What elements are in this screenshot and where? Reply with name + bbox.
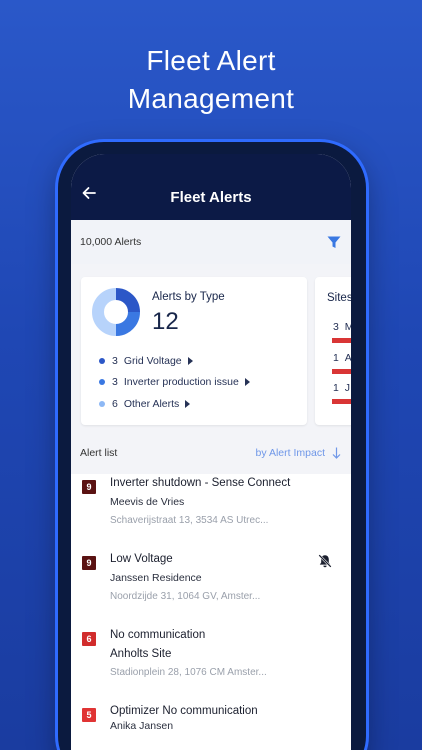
caret-right-icon bbox=[244, 378, 250, 387]
site-bar bbox=[332, 369, 351, 374]
headline-line-1: Fleet Alert bbox=[146, 45, 276, 76]
donut-segment-1 bbox=[115, 311, 140, 336]
sites-card[interactable]: Sites 3 M 1 A 1 J bbox=[315, 277, 351, 425]
alert-list: 9 Inverter shutdown - Sense Connect Meev… bbox=[71, 474, 351, 750]
alert-count: 10,000 Alerts bbox=[80, 236, 142, 248]
site-count: 1 bbox=[333, 382, 339, 394]
site-name: M bbox=[344, 321, 351, 333]
site-count: 3 bbox=[333, 321, 339, 333]
page-title: Fleet Alerts bbox=[170, 189, 252, 206]
legend-label: Inverter production issue bbox=[123, 376, 239, 389]
app-bar: Fleet Alerts bbox=[71, 154, 351, 220]
legend-item-other-alerts[interactable]: 6 Other Alerts bbox=[99, 393, 299, 415]
summary-cards: Alerts by Type 12 3 Grid Voltage 3 Inver… bbox=[71, 277, 351, 427]
legend-item-grid-voltage[interactable]: 3 Grid Voltage bbox=[99, 350, 299, 372]
alerts-type-donut-chart bbox=[92, 288, 140, 336]
type-legend: 3 Grid Voltage 3 Inverter production iss… bbox=[99, 350, 299, 415]
bell-off-icon[interactable] bbox=[317, 553, 333, 569]
legend-dot bbox=[99, 379, 105, 386]
alert-list-item[interactable]: 5 Optimizer No communication Anika Janse… bbox=[71, 702, 351, 750]
severity-badge: 9 bbox=[82, 556, 96, 570]
alert-list-item[interactable]: 9 Inverter shutdown - Sense Connect Meev… bbox=[71, 474, 351, 550]
alert-list-item[interactable]: 9 Low Voltage Janssen Residence Noordzij… bbox=[71, 550, 351, 626]
legend-count: 6 bbox=[112, 397, 118, 410]
site-count: 1 bbox=[333, 352, 339, 364]
site-name: J bbox=[344, 382, 350, 394]
sort-button[interactable]: by Alert Impact bbox=[256, 447, 325, 459]
alert-title: Inverter shutdown - Sense Connect bbox=[110, 477, 291, 489]
site-row: 3 M bbox=[333, 321, 351, 333]
donut-segment-0 bbox=[115, 288, 140, 313]
alert-site: Anholts Site bbox=[110, 648, 172, 660]
site-bar bbox=[332, 399, 351, 404]
alert-address: Noordzijde 31, 1064 GV, Amster... bbox=[110, 591, 261, 602]
arrow-down-icon[interactable] bbox=[332, 447, 341, 459]
site-name: A bbox=[344, 352, 351, 364]
legend-dot bbox=[99, 400, 105, 407]
legend-item-inverter-production[interactable]: 3 Inverter production issue bbox=[99, 372, 299, 394]
card-title: Sites bbox=[327, 292, 351, 304]
alert-title: No communication bbox=[110, 629, 206, 641]
legend-count: 3 bbox=[112, 354, 118, 367]
legend-dot bbox=[99, 357, 105, 364]
severity-badge: 9 bbox=[82, 480, 96, 494]
card-title: Alerts by Type bbox=[152, 291, 225, 303]
legend-label: Other Alerts bbox=[123, 397, 180, 410]
headline-line-2: Management bbox=[127, 83, 295, 114]
alert-site: Anika Jansen bbox=[110, 720, 174, 732]
alert-title: Low Voltage bbox=[110, 553, 173, 565]
alert-address: Schaverijstraat 13, 3534 AS Utrec... bbox=[110, 515, 269, 526]
filter-icon[interactable] bbox=[327, 236, 341, 249]
alert-site: Meevis de Vries bbox=[110, 496, 185, 508]
alert-title: Optimizer No communication bbox=[110, 705, 258, 717]
severity-badge: 6 bbox=[82, 632, 96, 646]
site-row: 1 J bbox=[333, 382, 350, 394]
site-bar bbox=[332, 338, 351, 343]
alert-list-header: Alert list by Alert Impact bbox=[71, 438, 351, 466]
legend-label: Grid Voltage bbox=[123, 354, 182, 367]
app-screen: Fleet Alerts 10,000 Alerts Alerts by Typ… bbox=[71, 154, 351, 750]
alert-count-bar: 10,000 Alerts bbox=[71, 220, 351, 264]
alerts-by-type-card[interactable]: Alerts by Type 12 3 Grid Voltage 3 Inver… bbox=[81, 277, 307, 425]
alert-address: Stadionplein 28, 1076 CM Amster... bbox=[110, 667, 267, 678]
caret-right-icon bbox=[185, 399, 191, 408]
total-alerts-value: 12 bbox=[152, 308, 179, 335]
alert-list-item[interactable]: 6 No communication Anholts Site Stadionp… bbox=[71, 626, 351, 702]
promo-headline: Fleet Alert Management bbox=[0, 42, 422, 118]
alert-list-title: Alert list bbox=[80, 447, 118, 459]
legend-count: 3 bbox=[112, 376, 118, 389]
severity-badge: 5 bbox=[82, 708, 96, 722]
site-row: 1 A bbox=[333, 352, 351, 364]
donut-segment-2 bbox=[92, 288, 117, 336]
alert-site: Janssen Residence bbox=[110, 572, 202, 584]
caret-right-icon bbox=[187, 356, 193, 365]
